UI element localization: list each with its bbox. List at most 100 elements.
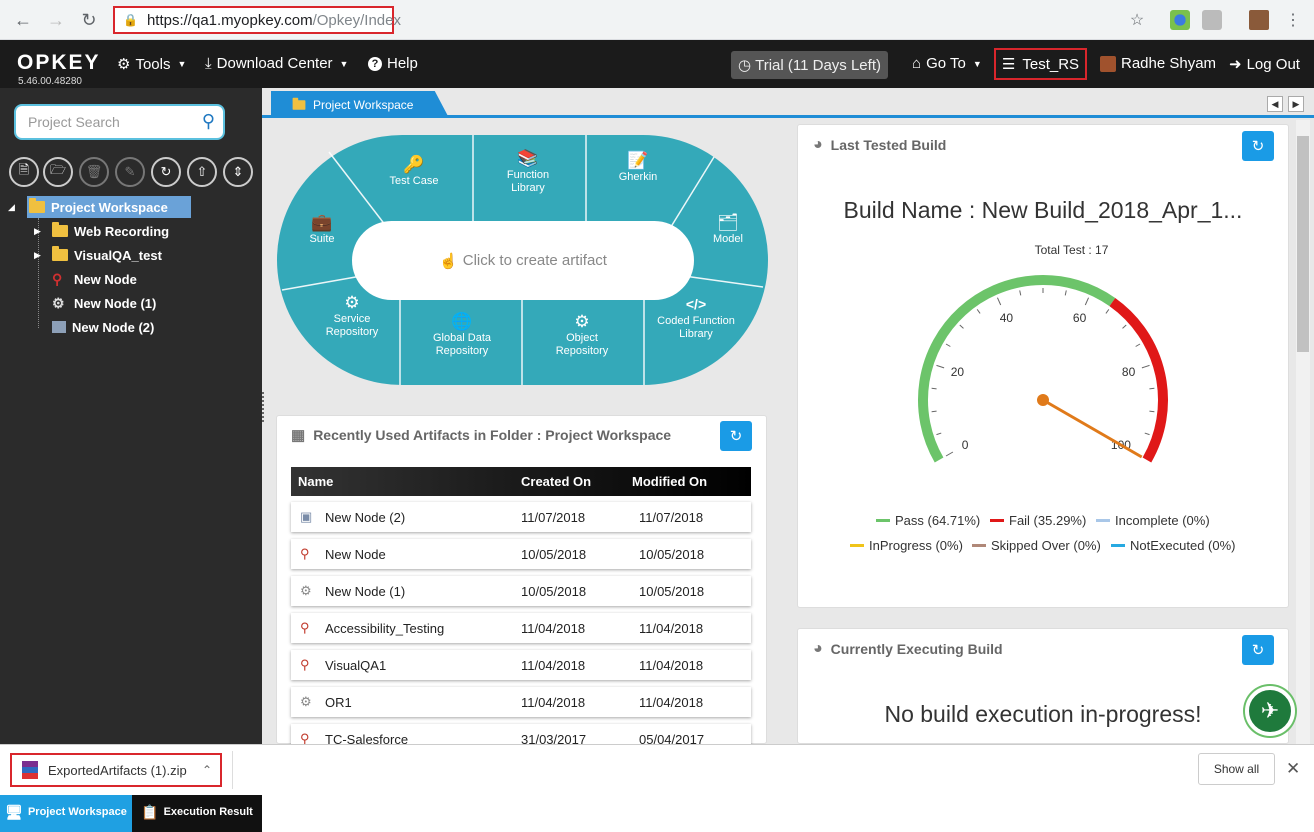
main-scrollbar-thumb[interactable] (1297, 136, 1309, 352)
user-menu[interactable]: Radhe Shyam (1100, 55, 1216, 72)
edit-icon: ✎ (124, 164, 136, 179)
wheel-coded-function-library[interactable]: </> Coded Function Library (648, 297, 744, 341)
gear-icon: ⚙ (344, 293, 360, 312)
current-build-title-label: Currently Executing Build (830, 641, 1003, 657)
seg-label: Suite (309, 233, 335, 245)
tools-label: Tools (135, 55, 171, 73)
wheel-service-repository[interactable]: ⚙ Service Repository (316, 293, 388, 339)
download-item[interactable]: ExportedArtifacts (1).zip ⌃ (10, 753, 222, 787)
create-artifact-hub[interactable]: ☝ Click to create artifact (352, 221, 694, 300)
tab-project-workspace-main[interactable]: Project Workspace (271, 91, 449, 118)
tree-collapse-icon[interactable]: ◢ (8, 202, 15, 213)
logout-icon: ➜ (1229, 56, 1242, 73)
hub-label: Click to create artifact (462, 252, 607, 269)
search-icon[interactable]: ⚲ (202, 111, 215, 132)
seg-label-1: Coded Function (657, 315, 735, 327)
project-selector[interactable]: ☰ Test_RS (994, 48, 1087, 80)
seg-label-2: Repository (325, 326, 379, 338)
trial-label: Trial (11 Days Left) (755, 56, 881, 74)
browser-toolbar: ← → ↻ 🔒 https://qa1.myopkey.com/Opkey/In… (0, 0, 1314, 40)
upload-button[interactable]: ⇧ (187, 157, 217, 187)
profile-avatar[interactable] (1249, 10, 1269, 30)
delete-button[interactable]: 🗑 (79, 157, 109, 187)
trial-badge[interactable]: ◷ Trial (11 Days Left) (731, 51, 888, 79)
table-row[interactable]: ⚲ New Node 10/05/2018 10/05/2018 (291, 539, 751, 569)
project-search-input[interactable]: Project Search ⚲ (14, 104, 225, 140)
refresh-icon: ↻ (160, 164, 172, 179)
legend-label: Pass (64.71%) (895, 513, 981, 528)
table-row[interactable]: ⚙ New Node (1) 10/05/2018 10/05/2018 (291, 576, 751, 606)
refresh-last-build-button[interactable]: ↻ (1242, 131, 1274, 161)
tree-item-new-node-2[interactable]: New Node (2) (52, 316, 154, 338)
forward-icon[interactable]: → (45, 9, 67, 31)
tab-project-workspace[interactable]: 🖥 Project Workspace (0, 792, 132, 832)
close-icon[interactable]: ✕ (1286, 759, 1300, 779)
wheel-test-case[interactable]: 🔑 Test Case (384, 156, 444, 188)
tree-expand-icon[interactable]: ▶ (34, 226, 41, 237)
gauge-tick-label: 20 (951, 365, 965, 379)
tree-item-visualqa-test[interactable]: VisualQA_test (52, 244, 162, 266)
download-center-menu[interactable]: ⤓ Download Center ▼ (205, 55, 348, 72)
table-row[interactable]: ⚲ Accessibility_Testing 11/04/2018 11/04/20… (291, 613, 751, 643)
tabs-scroll-left-icon[interactable]: ◀ (1267, 96, 1283, 112)
refresh-tree-button[interactable]: ↻ (151, 157, 181, 187)
tree-root-project-workspace[interactable]: Project Workspace (27, 196, 191, 218)
new-file-button[interactable]: 🗎 (9, 157, 39, 187)
seg-label: Model (713, 233, 743, 245)
wheel-object-repository[interactable]: ⚙ Object Repository (546, 313, 618, 358)
menu-dots-icon[interactable]: ⋮ (1282, 9, 1304, 31)
tree-item-new-node-1[interactable]: ⚙ New Node (1) (52, 292, 156, 314)
airplane-icon: ✈ (1260, 698, 1280, 723)
gauge-tick (1019, 290, 1022, 296)
row-modified: 10/05/2018 (639, 547, 705, 562)
open-folder-button[interactable]: 🗁 (43, 157, 73, 187)
tree-expand-icon[interactable]: ▶ (34, 250, 41, 261)
show-all-button[interactable]: Show all (1198, 753, 1275, 785)
logout-link[interactable]: ➜ Log Out (1229, 55, 1300, 74)
gauge-tick (996, 297, 1002, 306)
folder-icon (52, 246, 68, 261)
tools-menu[interactable]: ⚙ Tools ▼ (117, 55, 186, 74)
tabs-scroll-right-icon[interactable]: ▶ (1288, 96, 1304, 112)
row-name: New Node (1) (325, 584, 406, 599)
key-icon: ⚲ (52, 270, 63, 287)
table-row[interactable]: ▣ New Node (2) 11/07/2018 11/07/2018 (291, 502, 751, 532)
seg-label-1: Object (566, 332, 598, 344)
wheel-gherkin[interactable]: 📝 Gherkin (610, 152, 666, 184)
bookmark-star-icon[interactable]: ☆ (1126, 9, 1148, 31)
extension-icon[interactable] (1170, 10, 1190, 30)
tree-item-new-node[interactable]: ⚲ New Node (52, 268, 137, 290)
gauge-tick-label: 40 (1000, 311, 1014, 325)
goto-menu[interactable]: ⌂ Go To ▼ (912, 55, 982, 72)
download-filename: ExportedArtifacts (1).zip (48, 762, 187, 778)
back-icon[interactable]: ← (12, 9, 34, 31)
opkey-logo: OPKEY (17, 51, 101, 74)
tree-item-web-recording[interactable]: Web Recording (52, 220, 169, 242)
fly-action-button[interactable]: ✈ (1245, 686, 1295, 736)
tab-execution-result[interactable]: 📋 Execution Result (132, 792, 262, 832)
table-row[interactable]: ⚲ VisualQA1 11/04/2018 11/04/2018 (291, 650, 751, 680)
project-label: Test_RS (1022, 55, 1080, 73)
user-name: Radhe Shyam (1121, 55, 1217, 72)
chevron-up-icon[interactable]: ⌃ (202, 763, 212, 777)
extension-icon-2[interactable] (1202, 10, 1222, 30)
wheel-function-library[interactable]: 📚 Function Library (492, 150, 564, 195)
address-bar[interactable]: 🔒 https://qa1.myopkey.com/Opkey/Index (113, 6, 401, 34)
wheel-global-data-repository[interactable]: 🌐 Global Data Repository (424, 313, 500, 358)
splitter-handle[interactable] (262, 392, 266, 422)
wheel-suite[interactable]: 💼 Suite (300, 214, 344, 246)
tree-item-label: VisualQA_test (74, 247, 162, 263)
wheel-model[interactable]: 🗂 Model (704, 214, 752, 246)
reload-icon[interactable]: ↻ (78, 9, 100, 31)
sort-button[interactable]: ⇕ (223, 157, 253, 187)
table-row[interactable]: ⚙ OR1 11/04/2018 11/04/2018 (291, 687, 751, 717)
dashboard-icon: ◕ (813, 136, 823, 153)
edit-button[interactable]: ✎ (115, 157, 145, 187)
question-icon: ? (368, 56, 382, 71)
trash-icon: 🗑 (85, 164, 103, 179)
legend-incomplete: Incomplete (0%) (1096, 513, 1210, 528)
image-node-icon (52, 321, 66, 333)
refresh-recent-button[interactable]: ↻ (720, 421, 752, 451)
help-link[interactable]: ? Help (368, 55, 418, 72)
refresh-current-build-button[interactable]: ↻ (1242, 635, 1274, 665)
